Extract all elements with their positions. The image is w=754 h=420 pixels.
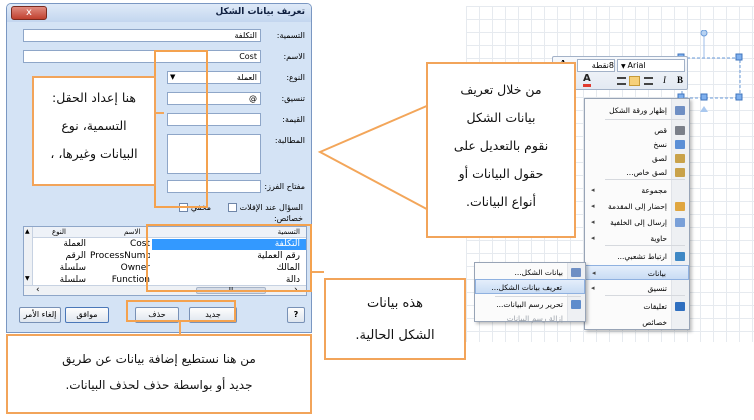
callout-fields-setup: هنا إعداد الحقل: التسمية، نوع البيانات و…: [32, 76, 156, 186]
menu-item-label: إحضار إلى المقدمة: [608, 202, 667, 211]
menu-item[interactable]: مجموعة ◂: [585, 183, 689, 198]
menu-item[interactable]: تحرير رسم البيانات...: [475, 297, 585, 312]
font-select[interactable]: ▼ Arial: [617, 59, 685, 72]
callout-line: نقوم بالتعديل على: [453, 138, 549, 153]
menu-item[interactable]: لصق: [585, 151, 689, 166]
paste-special-icon: [675, 168, 685, 177]
menu-item-label: إظهار ورقة الشكل: [609, 106, 667, 115]
menu-item[interactable]: خصائص: [585, 315, 689, 330]
align-right-icon[interactable]: [644, 77, 653, 85]
edit-graphic-icon: [571, 300, 581, 309]
rotation-handle[interactable]: [700, 30, 708, 37]
submenu-arrow-icon: ◂: [591, 234, 595, 242]
font-name: Arial: [627, 61, 646, 70]
menu-item[interactable]: حاوية ◂: [585, 231, 689, 246]
menu-item[interactable]: إحضار إلى المقدمة ◂: [585, 199, 689, 214]
callout-current-data: هذه بيانات الشكل الحالية.: [324, 278, 466, 360]
align-left-icon[interactable]: [617, 77, 626, 85]
menu-item-label: حاوية: [650, 234, 667, 243]
callout-line: من خلال تعريف: [460, 82, 542, 97]
font-size-select[interactable]: 8نقطة: [577, 59, 615, 72]
menu-item-label: خصائص: [642, 318, 667, 327]
menu-separator: [605, 119, 685, 120]
menu-item[interactable]: بيانات ◂: [585, 265, 689, 280]
menu-item-label: تعريف بيانات الشكل...: [491, 283, 562, 292]
submenu-arrow-icon: ◂: [592, 269, 596, 277]
pointer-triangle: [317, 100, 437, 216]
shape-selection-box: [681, 57, 741, 99]
menu-item[interactable]: تعريف بيانات الشكل...: [475, 279, 585, 294]
menu-item-label: مجموعة: [641, 186, 667, 195]
callout-line: أنواع البيانات.: [466, 194, 536, 209]
italic-button[interactable]: I: [663, 75, 666, 85]
menu-item-label: تحرير رسم البيانات...: [496, 300, 563, 309]
menu-item[interactable]: نسخ: [585, 137, 689, 152]
data-submenu: بيانات الشكل... تعريف بيانات الشكل... تحري…: [474, 262, 586, 323]
resize-handle[interactable]: [700, 93, 708, 101]
menu-item[interactable]: بيانات الشكل...: [475, 265, 585, 280]
menu-item[interactable]: تنسيق ◂: [585, 281, 689, 296]
callout-define-data: من خلال تعريف بيانات الشكل نقوم بالتعديل…: [426, 62, 576, 238]
callout-line: البيانات وغيرها، ،: [50, 146, 138, 161]
menu-item-label: لصق خاص...: [626, 168, 667, 177]
menu-item-label: ارتباط تشعبي...: [617, 252, 667, 261]
font-color-icon[interactable]: A: [583, 74, 591, 87]
cut-icon: [675, 126, 685, 135]
menu-item[interactable]: إرسال إلى الخلفية ◂: [585, 215, 689, 230]
menu-item-label: قص: [654, 126, 667, 135]
shape-data-icon: [571, 268, 581, 277]
sheet-icon: [675, 106, 685, 115]
send-back-icon: [675, 218, 685, 227]
submenu-arrow-icon: ◂: [591, 186, 595, 194]
menu-item-label: تنسيق: [647, 284, 667, 293]
connect-arrow-icon[interactable]: [700, 106, 708, 112]
resize-handle[interactable]: [735, 53, 743, 61]
menu-item[interactable]: ارتباط تشعبي...: [585, 249, 689, 264]
font-size: 8نقطة: [591, 61, 614, 70]
menu-item-label: لصق: [651, 154, 667, 163]
help-icon: [675, 302, 685, 311]
callout-line: التسمية، نوع: [61, 118, 127, 133]
align-buttons[interactable]: [617, 76, 657, 86]
callout-line: هنا إعداد الحقل:: [51, 90, 136, 105]
menu-item-label: بيانات الشكل...: [514, 268, 564, 277]
callout-line: بيانات الشكل: [466, 110, 536, 125]
menu-item-label: نسخ: [653, 140, 667, 149]
callout-line: من هنا نستطيع إضافة بيانات عن طريق: [62, 352, 256, 366]
submenu-arrow-icon: ◂: [591, 218, 595, 226]
align-center-icon[interactable]: [629, 76, 640, 86]
menu-item-label: تعليقات: [643, 302, 667, 311]
callout-line: الشكل الحالية.: [355, 328, 435, 343]
callout-add-delete: من هنا نستطيع إضافة بيانات عن طريق جديد …: [6, 334, 312, 414]
menu-item[interactable]: إزالة رسم البيانات: [475, 311, 585, 326]
menu-item-label: بيانات: [647, 269, 666, 278]
menu-item-label: إرسال إلى الخلفية: [610, 218, 667, 227]
submenu-arrow-icon: ◂: [591, 202, 595, 210]
menu-item[interactable]: قص: [585, 123, 689, 138]
hyperlink-icon: [675, 252, 685, 261]
menu-item[interactable]: لصق خاص...: [585, 165, 689, 180]
callout-line: جديد أو بواسطة حذف لحذف البيانات.: [65, 378, 253, 392]
copy-icon: [675, 140, 685, 149]
bold-button[interactable]: B: [677, 75, 683, 85]
callout-line: هذه بيانات: [367, 296, 423, 311]
callout-line: حقول البيانات أو: [458, 166, 544, 181]
menu-item[interactable]: إظهار ورقة الشكل: [585, 103, 689, 118]
menu-item-label: إزالة رسم البيانات: [506, 314, 563, 323]
bring-front-icon: [675, 202, 685, 211]
menu-item[interactable]: تعليقات: [585, 299, 689, 314]
context-menu: إظهار ورقة الشكل قص نسخ لصق لصق خاص... مجموعة…: [584, 98, 690, 330]
resize-handle[interactable]: [735, 93, 743, 101]
paste-icon: [675, 154, 685, 163]
submenu-arrow-icon: ◂: [591, 284, 595, 292]
